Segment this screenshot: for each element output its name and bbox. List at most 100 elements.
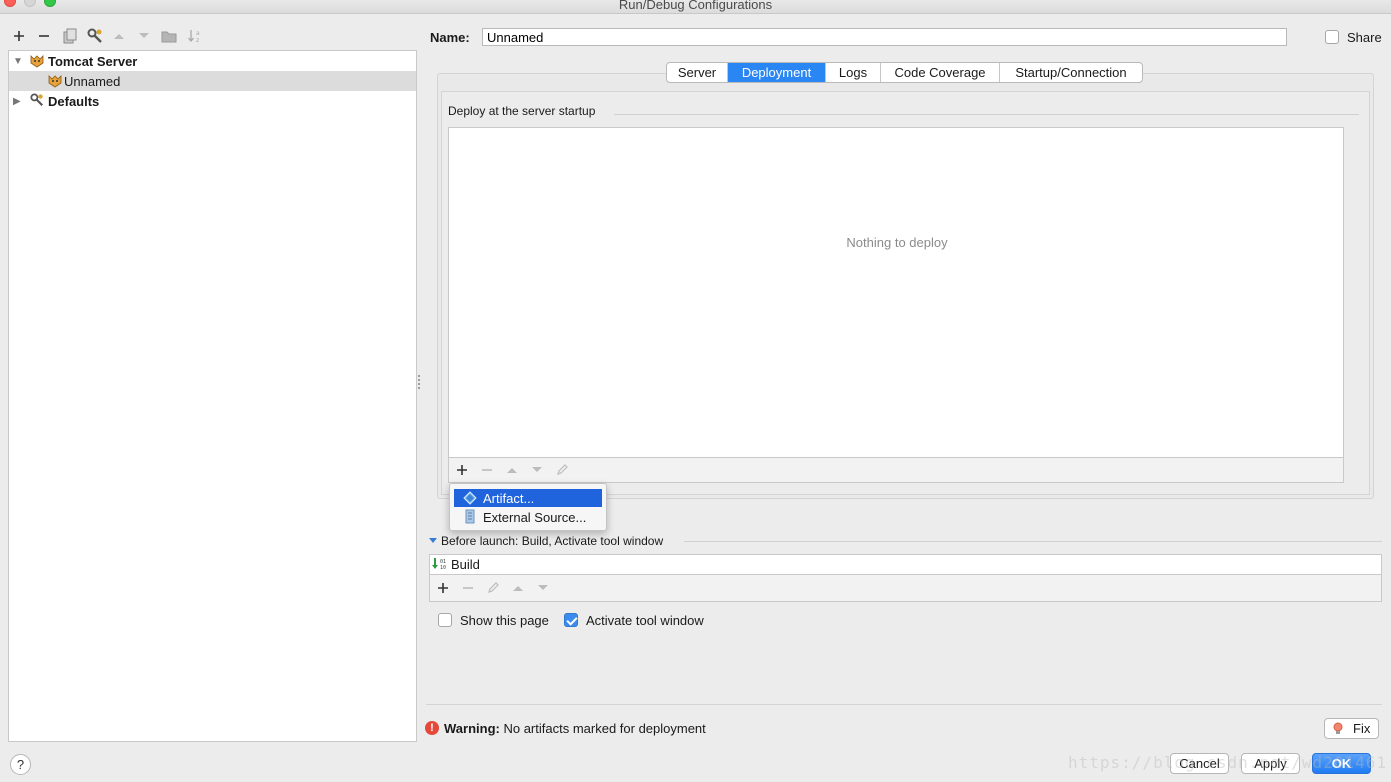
cancel-button[interactable]: Cancel (1170, 753, 1229, 774)
tab-startup-connection[interactable]: Startup/Connection (1000, 63, 1142, 82)
move-up-icon (114, 34, 124, 39)
add-icon (457, 465, 467, 475)
tree-item-label: Tomcat Server (48, 53, 138, 69)
move-up-task-button[interactable] (510, 580, 526, 596)
name-field[interactable] (482, 28, 1287, 46)
move-down-deploy-button[interactable] (529, 462, 545, 478)
svg-text:z: z (196, 37, 199, 44)
external-source-icon (465, 509, 475, 524)
title-bar: Run/Debug Configurations (0, 0, 1391, 14)
tree-item-label: Unnamed (64, 73, 121, 89)
remove-icon (463, 587, 473, 589)
section-divider (614, 114, 1359, 115)
warning-prefix: Warning: (444, 721, 500, 736)
move-down-task-button[interactable] (535, 580, 551, 596)
expanded-arrow-icon[interactable]: ▼ (13, 56, 23, 67)
name-label: Name: (430, 30, 470, 45)
tomcat-icon (30, 55, 44, 68)
edit-deploy-button[interactable] (554, 462, 570, 478)
empty-list-text: Nothing to deploy (846, 235, 948, 250)
before-launch-list: 01 10 Build (429, 554, 1382, 575)
sort-button[interactable]: az (185, 26, 205, 46)
section-divider (684, 541, 1382, 542)
config-tabs: Server Deployment Logs Code Coverage Sta… (666, 62, 1143, 83)
add-icon (14, 31, 24, 41)
menu-item-artifact[interactable]: Artifact... (454, 489, 602, 507)
remove-task-button[interactable] (460, 580, 476, 596)
apply-button[interactable]: Apply (1241, 753, 1300, 774)
share-checkbox[interactable] (1325, 30, 1339, 44)
warning-icon: ! (425, 721, 439, 735)
move-up-deploy-button[interactable] (504, 462, 520, 478)
share-label: Share (1347, 30, 1382, 45)
menu-item-external-source[interactable]: External Source... (454, 508, 602, 526)
svg-text:10: 10 (440, 565, 446, 571)
edit-defaults-button[interactable] (85, 26, 105, 46)
deploy-section-title: Deploy at the server startup (448, 104, 596, 118)
ok-button[interactable]: OK (1312, 753, 1371, 774)
add-task-button[interactable] (435, 580, 451, 596)
edit-defaults-icon (87, 28, 102, 43)
move-up-button[interactable] (109, 26, 129, 46)
before-launch-item-label: Build (451, 557, 480, 572)
move-up-icon (507, 468, 517, 473)
fix-button-label: Fix (1353, 721, 1371, 736)
lightbulb-icon (1333, 722, 1343, 734)
config-tree: ▼ Tomcat Server Unnamed ▶ Defaults (8, 50, 417, 742)
collapse-triangle-icon[interactable] (429, 538, 437, 543)
tomcat-icon (48, 75, 62, 88)
tab-deployment[interactable]: Deployment (728, 63, 826, 82)
tab-server[interactable]: Server (667, 63, 728, 82)
show-this-page-checkbox[interactable] (438, 613, 452, 627)
tree-item-defaults[interactable]: ▶ Defaults (9, 91, 416, 111)
edit-task-button[interactable] (485, 580, 501, 596)
panel-splitter[interactable] (418, 375, 421, 389)
tree-item-label: Defaults (48, 93, 100, 109)
activate-tool-window-label: Activate tool window (586, 613, 704, 628)
menu-item-label: External Source... (483, 509, 587, 525)
pencil-icon (557, 464, 568, 475)
window-title: Run/Debug Configurations (618, 0, 773, 12)
add-deploy-popup-menu: Artifact... External Source... (449, 483, 607, 531)
tab-code-coverage[interactable]: Code Coverage (881, 63, 1000, 82)
tab-logs[interactable]: Logs (826, 63, 881, 82)
move-up-icon (513, 586, 523, 591)
folder-icon (161, 31, 177, 42)
add-icon (438, 583, 448, 593)
move-down-button[interactable] (134, 26, 154, 46)
before-launch-item-build[interactable]: 01 10 Build (430, 555, 1381, 574)
copy-icon (63, 28, 77, 44)
move-down-icon (538, 585, 548, 590)
warning-text: No artifacts marked for deployment (503, 721, 706, 736)
menu-item-label: Artifact... (483, 490, 535, 506)
collapsed-arrow-icon[interactable]: ▶ (13, 96, 21, 107)
deploy-list[interactable]: Nothing to deploy (448, 127, 1344, 458)
footer-divider (426, 704, 1382, 705)
folder-button[interactable] (159, 26, 179, 46)
tree-item-tomcat-server[interactable]: ▼ Tomcat Server (9, 51, 416, 71)
tree-item-unnamed[interactable]: Unnamed (9, 71, 416, 91)
remove-deploy-button[interactable] (479, 462, 495, 478)
move-down-icon (139, 33, 149, 38)
remove-icon (39, 35, 49, 37)
warning-message: Warning: No artifacts marked for deploym… (444, 721, 706, 736)
build-icon: 0110 (432, 558, 446, 571)
activate-tool-window-checkbox[interactable] (564, 613, 578, 627)
help-button[interactable]: ? (10, 754, 31, 775)
add-config-button[interactable] (9, 26, 29, 46)
sort-icon: az (188, 30, 200, 44)
copy-config-button[interactable] (60, 26, 80, 46)
pencil-icon (488, 582, 499, 593)
wrench-icon (30, 93, 43, 106)
add-deploy-button[interactable] (454, 462, 470, 478)
deploy-list-toolbar (448, 458, 1344, 483)
before-launch-title: Before launch: Build, Activate tool wind… (441, 534, 664, 548)
show-this-page-label: Show this page (460, 613, 549, 628)
move-down-icon (532, 467, 542, 472)
svg-text:a: a (196, 30, 200, 37)
artifact-icon (463, 491, 477, 505)
fix-button[interactable]: Fix (1324, 718, 1379, 739)
remove-icon (482, 469, 492, 471)
remove-config-button[interactable] (34, 26, 54, 46)
before-launch-toolbar (429, 575, 1382, 602)
